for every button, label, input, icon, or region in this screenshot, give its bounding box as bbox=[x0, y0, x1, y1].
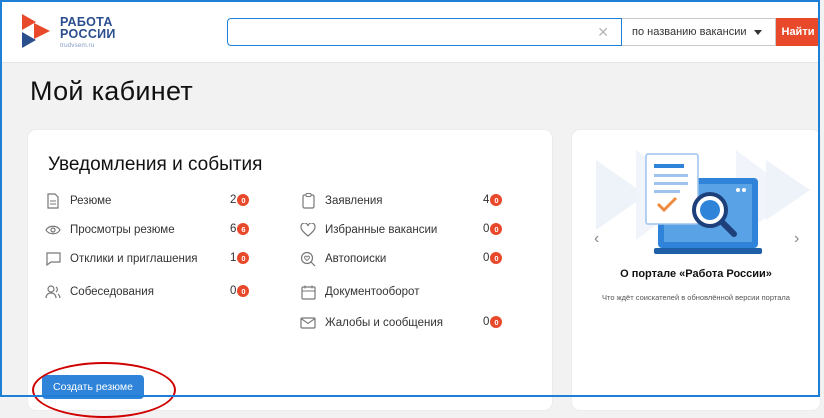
notif-count-views: 66 bbox=[230, 223, 250, 235]
notif-label: Заявления bbox=[325, 195, 383, 207]
notif-count-interviews: 00 bbox=[230, 285, 250, 297]
notif-item-resume[interactable]: Резюме bbox=[44, 192, 111, 210]
search-heart-icon bbox=[299, 250, 317, 268]
logo-text: РАБОТА РОССИИ bbox=[60, 16, 116, 41]
notif-count-applications: 40 bbox=[483, 194, 503, 206]
notif-label: Избранные вакансии bbox=[325, 224, 438, 236]
section-title: Уведомления и события bbox=[48, 154, 263, 175]
notif-item-documents[interactable]: Документооборот bbox=[299, 283, 419, 301]
portal-title: О портале «Работа России» bbox=[620, 268, 772, 280]
notif-label: Резюме bbox=[70, 195, 112, 207]
calendar-icon bbox=[299, 283, 317, 301]
notifications-card: Уведомления и события Резюме 20 Просмотр… bbox=[28, 130, 552, 410]
notif-label: Документооборот bbox=[325, 286, 420, 298]
notif-item-complaints[interactable]: Жалобы и сообщения bbox=[299, 314, 443, 332]
notif-count-responses: 10 bbox=[230, 252, 250, 264]
search-box[interactable]: ✕ bbox=[227, 18, 622, 46]
count-value: 0 bbox=[483, 316, 490, 328]
page-title: Мой кабинет bbox=[30, 76, 194, 106]
chevron-right-icon[interactable]: › bbox=[794, 230, 799, 248]
count-value: 1 bbox=[230, 252, 237, 264]
chat-icon bbox=[44, 250, 62, 268]
chevron-left-icon[interactable]: ‹ bbox=[594, 230, 599, 248]
users-icon bbox=[44, 283, 62, 301]
count-value: 0 bbox=[483, 252, 490, 264]
notif-label: Жалобы и сообщения bbox=[325, 317, 444, 329]
notif-item-interviews[interactable]: Собеседования bbox=[44, 283, 154, 301]
notif-item-autosearch[interactable]: Автопоиски bbox=[299, 250, 386, 268]
notif-count-complaints: 00 bbox=[483, 316, 503, 328]
notif-count-resume: 20 bbox=[230, 194, 250, 206]
badge: 0 bbox=[237, 252, 250, 264]
badge: 0 bbox=[490, 223, 503, 235]
document-icon bbox=[44, 192, 62, 210]
portal-illustration bbox=[586, 140, 810, 275]
logo-icon bbox=[22, 14, 50, 48]
badge: 0 bbox=[490, 316, 503, 328]
notif-count-favorites: 00 bbox=[483, 223, 503, 235]
count-value: 0 bbox=[483, 223, 490, 235]
search-input[interactable] bbox=[236, 23, 580, 43]
notif-item-responses[interactable]: Отклики и приглашения bbox=[44, 250, 198, 268]
count-value: 6 bbox=[230, 223, 237, 235]
clipboard-icon bbox=[299, 192, 317, 210]
notif-item-favorites[interactable]: Избранные вакансии bbox=[299, 221, 437, 239]
notif-label: Собеседования bbox=[70, 286, 154, 298]
logo-line-2: РОССИИ bbox=[60, 27, 116, 41]
portal-info-card[interactable]: ‹ › О портале «Работа России» Что ждёт с… bbox=[572, 130, 820, 410]
notif-label: Автопоиски bbox=[325, 253, 387, 265]
badge: 0 bbox=[237, 194, 250, 206]
mail-icon bbox=[299, 314, 317, 332]
badge: 6 bbox=[237, 223, 250, 235]
create-resume-button[interactable]: Создать резюме bbox=[42, 375, 144, 399]
site-logo[interactable]: РАБОТА РОССИИ trudvsem.ru bbox=[22, 12, 142, 52]
portal-description: Что ждёт соискателей в обновлённой верси… bbox=[602, 293, 790, 302]
search-button[interactable]: Найти bbox=[776, 18, 820, 46]
logo-subtitle: trudvsem.ru bbox=[60, 42, 95, 49]
heart-icon bbox=[299, 221, 317, 239]
badge: 0 bbox=[237, 285, 250, 297]
count-value: 0 bbox=[230, 285, 237, 297]
notif-item-resume-views[interactable]: Просмотры резюме bbox=[44, 221, 175, 239]
notif-label: Отклики и приглашения bbox=[70, 253, 198, 265]
badge: 0 bbox=[490, 252, 503, 264]
notif-item-applications[interactable]: Заявления bbox=[299, 192, 383, 210]
notif-count-autosearch: 00 bbox=[483, 252, 503, 264]
count-value: 4 bbox=[483, 194, 490, 206]
close-icon[interactable]: ✕ bbox=[597, 24, 609, 40]
badge: 0 bbox=[490, 194, 503, 206]
eye-icon bbox=[44, 221, 62, 239]
search-mode-select[interactable]: по названию вакансии bbox=[622, 18, 776, 46]
chevron-down-icon bbox=[754, 29, 763, 35]
notif-label: Просмотры резюме bbox=[70, 224, 175, 236]
top-header: РАБОТА РОССИИ trudvsem.ru ✕ по названию … bbox=[2, 2, 820, 63]
count-value: 2 bbox=[230, 194, 237, 206]
search-mode-label: по названию вакансии bbox=[632, 26, 747, 38]
